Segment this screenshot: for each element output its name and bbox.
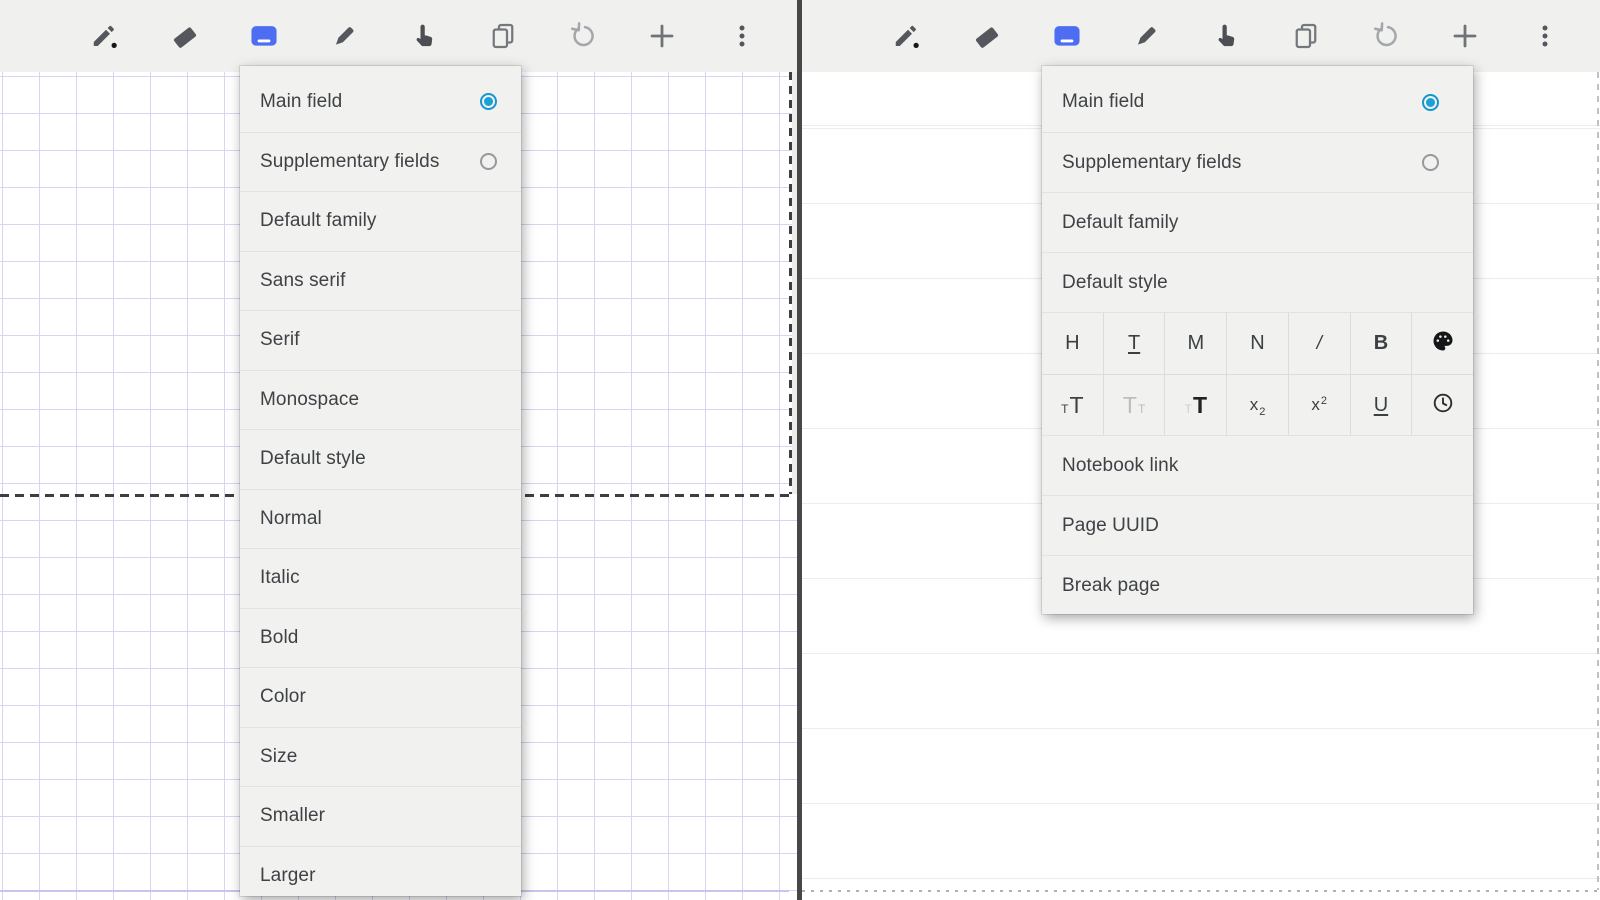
menu-item-main-field[interactable]: Main field [1042,72,1473,132]
format-n-button[interactable]: N [1226,313,1288,374]
menu-item-default-family[interactable]: Default family [240,191,521,251]
menu-item-page-uuid[interactable]: Page UUID [1042,495,1473,555]
menu-item-label: Supplementary fields [1062,152,1241,174]
text-smaller-button[interactable]: TT [1103,375,1165,435]
underline-button[interactable]: U [1350,375,1412,435]
menu-item-notebook-link[interactable]: Notebook link [1042,435,1473,495]
add-icon[interactable] [642,16,682,56]
menu-item-label: Main field [260,91,342,113]
menu-item-color[interactable]: Color [240,667,521,727]
keyboard-icon[interactable] [1047,16,1087,56]
eraser-icon[interactable] [165,16,205,56]
menu-item-larger[interactable]: Larger [240,846,521,897]
format-title-button[interactable]: T [1103,313,1165,374]
clock-icon [1431,391,1455,420]
page-break-dotted-line [802,890,1600,892]
menu-item-size[interactable]: Size [240,727,521,787]
history-button[interactable] [1411,375,1473,435]
format-color-button[interactable] [1411,313,1473,374]
screenshot-right: Main field Supplementary fields Default … [802,0,1600,900]
format-m-button[interactable]: M [1164,313,1226,374]
menu-item-default-style[interactable]: Default style [240,429,521,489]
format-bold-button[interactable]: B [1350,313,1412,374]
menu-item-smaller[interactable]: Smaller [240,786,521,846]
toolbar [0,0,797,72]
format-heading-button[interactable]: H [1042,313,1103,374]
app-screen: Main field Supplementary fields Default … [0,0,1600,900]
menu-item-break-page[interactable]: Break page [1042,555,1473,615]
pen-icon[interactable] [85,16,125,56]
undo-icon[interactable] [563,16,603,56]
menu-item-normal[interactable]: Normal [240,489,521,549]
radio-unselected-icon [480,153,497,170]
palette-icon [1431,329,1455,358]
keyboard-icon[interactable] [244,16,284,56]
field-options-menu: Main field Supplementary fields Default … [240,66,521,896]
radio-selected-icon [480,93,497,110]
superscript-button[interactable]: x2 [1288,375,1350,435]
finger-icon[interactable] [1206,16,1246,56]
menu-item-bold[interactable]: Bold [240,608,521,668]
menu-item-serif[interactable]: Serif [240,310,521,370]
pen-icon[interactable] [887,16,927,56]
menu-item-monospace[interactable]: Monospace [240,370,521,430]
field-options-menu: Main field Supplementary fields Default … [1042,66,1473,614]
screenshot-left: Main field Supplementary fields Default … [0,0,797,900]
subscript-button[interactable]: x2 [1226,375,1288,435]
format-button-grid: H T M N / B TT TT [1042,312,1473,435]
eraser-icon[interactable] [967,16,1007,56]
menu-item-label: Supplementary fields [260,151,439,173]
menu-item-main-field[interactable]: Main field [240,72,521,132]
radio-unselected-icon [1422,154,1439,171]
radio-selected-icon [1422,94,1439,111]
add-icon[interactable] [1445,16,1485,56]
menu-item-italic[interactable]: Italic [240,548,521,608]
menu-item-default-style[interactable]: Default style [1042,252,1473,312]
format-row-1: H T M N / B [1042,313,1473,374]
undo-icon[interactable] [1366,16,1406,56]
marker-icon[interactable] [324,16,364,56]
duplicate-icon[interactable] [483,16,523,56]
toolbar [802,0,1600,72]
menu-item-default-family[interactable]: Default family [1042,192,1473,252]
page-edge-dashed-vertical [1597,72,1599,890]
text-bigger-button[interactable]: TT [1042,375,1103,435]
menu-item-sans-serif[interactable]: Sans serif [240,251,521,311]
format-row-2: TT TT TT x2 x2 U [1042,374,1473,435]
text-size-button[interactable]: TT [1164,375,1226,435]
finger-icon[interactable] [404,16,444,56]
marker-icon[interactable] [1126,16,1166,56]
overflow-menu-icon[interactable] [1525,16,1565,56]
menu-item-supplementary-fields[interactable]: Supplementary fields [1042,132,1473,192]
menu-item-supplementary-fields[interactable]: Supplementary fields [240,132,521,192]
overflow-menu-icon[interactable] [722,16,762,56]
format-italic-button[interactable]: / [1288,313,1350,374]
duplicate-icon[interactable] [1286,16,1326,56]
menu-item-label: Main field [1062,91,1144,113]
